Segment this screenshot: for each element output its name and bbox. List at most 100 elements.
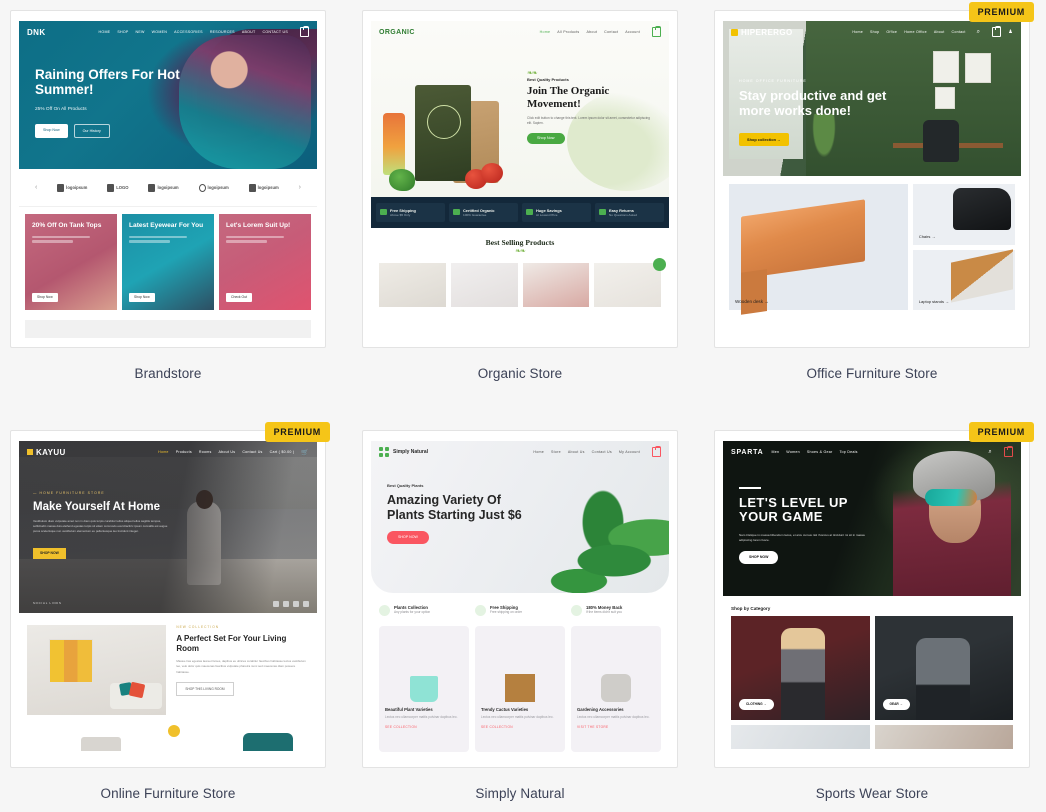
shopping-bag-icon[interactable] — [652, 25, 661, 37]
nav-item[interactable]: RESOURCES — [210, 30, 235, 34]
site-logo[interactable]: KAYUU — [36, 448, 66, 457]
product-tile[interactable] — [450, 263, 518, 307]
brand-mark-icon — [731, 28, 738, 36]
feature-item: Plants Collection Any plants for your opt… — [379, 605, 469, 616]
hero-model-photo — [179, 35, 311, 169]
category-tile-chairs[interactable]: Chairs → — [912, 184, 1015, 245]
product-card[interactable]: Trendy Cactus Varieties Lectus nec ullam… — [475, 626, 565, 752]
nav-item[interactable]: CONTACT US — [262, 30, 288, 34]
promo-card[interactable]: Let's Lorem Suit Up! Check Out — [219, 214, 311, 310]
card-link[interactable]: SEE COLLECTION — [385, 725, 463, 729]
template-card-sports-wear-store[interactable]: SPARTA Men Women Shoes & Gear Top Deals … — [714, 430, 1030, 768]
shopping-bag-icon[interactable] — [300, 25, 309, 37]
nav-item[interactable]: ACCESSORIES — [174, 30, 203, 34]
nav-item[interactable]: Men — [772, 450, 780, 454]
accent-rule — [739, 487, 761, 489]
category-tile[interactable] — [874, 725, 1013, 749]
shop-now-button[interactable]: SHOP NOW — [33, 547, 66, 559]
template-card-organic-store[interactable]: ORGANIC Home All Products About Contact … — [362, 10, 678, 348]
shop-living-room-button[interactable]: SHOP THIS LIVING ROOM — [176, 681, 234, 696]
product-card[interactable]: Gardening Accessories Lectus nec ullamco… — [571, 626, 661, 752]
nav-item[interactable]: Home — [158, 450, 169, 454]
category-tile[interactable] — [731, 725, 870, 749]
shop-now-button[interactable]: Shop Now — [35, 124, 68, 139]
site-logo[interactable]: ORGANIC — [379, 29, 415, 36]
promo-button[interactable]: Check Out — [226, 292, 253, 302]
card-link[interactable]: VISIT THE STORE — [577, 725, 655, 729]
collection-section: NEW COLLECTION A Perfect Set For Your Li… — [19, 613, 317, 715]
nav-item[interactable]: SHOP — [117, 30, 128, 34]
nav-item[interactable]: Home Office — [904, 30, 927, 34]
nav-item[interactable]: Contact — [952, 30, 966, 34]
nav-item[interactable]: HOME — [99, 30, 111, 34]
site-logo[interactable]: SPARTA — [731, 449, 764, 456]
nav-item[interactable]: About — [934, 30, 945, 34]
wall-frame — [965, 53, 991, 83]
promo-card[interactable]: 20% Off On Tank Tops Shop Now — [25, 214, 117, 310]
template-card-brandstore[interactable]: DNK HOME SHOP NEW WOMEN ACCESSORIES RESO… — [10, 10, 326, 348]
category-tile-gear[interactable]: GEAR → — [874, 616, 1013, 720]
nav-item[interactable]: Contact Us — [592, 450, 612, 454]
nav-item[interactable]: My Account — [619, 450, 640, 454]
nav-item[interactable]: Store — [551, 450, 561, 454]
promo-button[interactable]: Shop Now — [32, 292, 58, 302]
nav-item[interactable]: Account — [625, 30, 640, 34]
site-logo[interactable]: DNK — [27, 28, 46, 37]
shopping-cart-icon[interactable]: 🛒 — [301, 449, 309, 456]
user-icon[interactable]: ♟ — [1008, 29, 1013, 35]
search-icon[interactable]: ⌕ — [988, 449, 992, 456]
nav-item[interactable]: Home — [540, 30, 551, 34]
shopping-bag-icon[interactable] — [652, 445, 661, 457]
shop-now-button[interactable]: Shop Now — [527, 132, 565, 144]
product-tile[interactable] — [594, 258, 666, 307]
nav-item[interactable]: Rooms — [199, 450, 212, 454]
shopping-bag-icon[interactable] — [1004, 445, 1013, 457]
product-grid — [371, 258, 669, 307]
nav-item[interactable]: About Us — [219, 450, 236, 454]
promo-button[interactable]: Shop Now — [129, 292, 155, 302]
card-link[interactable]: SEE COLLECTION — [481, 725, 559, 729]
search-icon[interactable]: ⌕ — [977, 29, 981, 36]
nav-item[interactable]: About Us — [568, 450, 585, 454]
nav-item[interactable]: Contact — [604, 30, 618, 34]
nav-item[interactable]: ABOUT — [242, 30, 256, 34]
nav-item[interactable]: Contact Us — [242, 450, 262, 454]
section-title: Shop by Category — [731, 606, 771, 611]
nav-item[interactable]: About — [586, 30, 597, 34]
tile-label[interactable]: CLOTHING → — [739, 698, 774, 710]
nav-item[interactable]: All Products — [557, 30, 579, 34]
nav-item[interactable]: Office — [886, 30, 897, 34]
nav-item[interactable]: Products — [176, 450, 192, 454]
template-cell-office-furniture-store: PREMIUM HIPERERGO Home Shop Office Home … — [714, 2, 1034, 410]
site-logo[interactable]: HIPERERGO — [741, 28, 793, 37]
template-card-office-furniture-store[interactable]: HIPERERGO Home Shop Office Home Office A… — [714, 10, 1030, 348]
category-tile-laptop-stands[interactable]: Laptop stands → — [912, 248, 1015, 310]
product-tile[interactable] — [379, 263, 446, 307]
nav-item[interactable]: Cart ( $0.00 ) — [270, 450, 295, 454]
nav-item[interactable]: Women — [786, 450, 800, 454]
category-tile-clothing[interactable]: CLOTHING → — [731, 616, 870, 720]
template-card-online-furniture-store[interactable]: KAYUU Home Products Rooms About Us Conta… — [10, 430, 326, 768]
nav-item[interactable]: WOMEN — [152, 30, 167, 34]
social-icons[interactable] — [273, 601, 309, 607]
product-card[interactable]: Beautiful Plant Varieties Lectus nec ull… — [379, 626, 469, 752]
nav-item[interactable]: Home — [852, 30, 863, 34]
nav-item[interactable]: Shop — [870, 30, 879, 34]
promo-card[interactable]: Latest Eyewear For You Shop Now — [122, 214, 214, 310]
chevron-right-icon[interactable]: › — [299, 184, 301, 191]
template-card-simply-natural[interactable]: Simply Natural Home Store About Us Conta… — [362, 430, 678, 768]
site-logo[interactable]: Simply Natural — [379, 447, 428, 457]
tile-label[interactable]: GEAR → — [882, 698, 910, 710]
category-tile-wooden-desk[interactable]: Wooden desk → — [729, 184, 908, 310]
our-history-button[interactable]: Our History — [73, 124, 110, 139]
nav-item[interactable]: Shoes & Gear — [807, 450, 833, 454]
nav-item[interactable]: Top Deals — [839, 450, 857, 454]
chevron-left-icon[interactable]: ‹ — [35, 184, 37, 191]
shop-now-button[interactable]: SHOP NOW — [387, 531, 429, 544]
nav-item[interactable]: Home — [533, 450, 544, 454]
nav-item[interactable]: NEW — [136, 30, 145, 34]
shopping-bag-icon[interactable] — [992, 25, 1002, 37]
product-tile[interactable] — [522, 263, 590, 307]
shop-now-button[interactable]: SHOP NOW — [739, 550, 779, 564]
shop-collection-button[interactable]: Shop collection → — [739, 133, 789, 147]
